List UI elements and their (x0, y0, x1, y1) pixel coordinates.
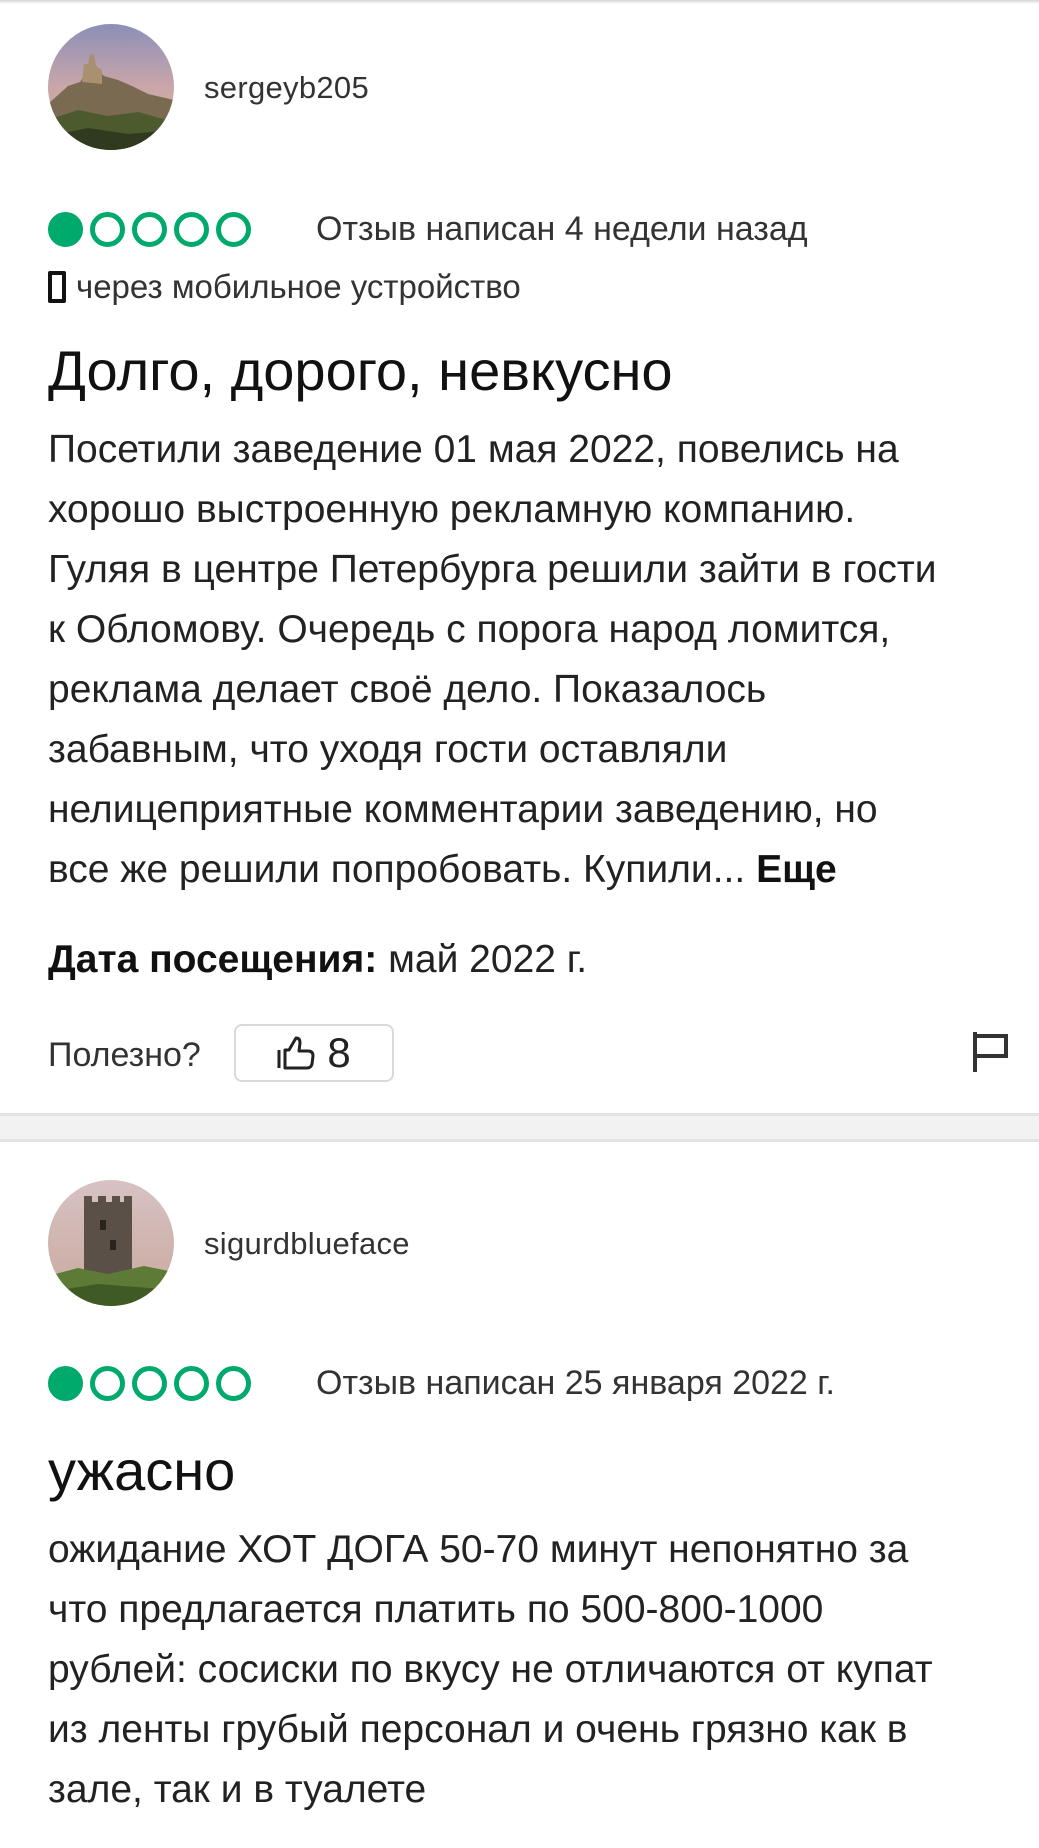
review-divider (0, 1113, 1039, 1142)
reviews-page: sergeyb205 Отзыв написан 4 недели назад … (0, 0, 1039, 1848)
thumbs-up-icon (277, 1036, 315, 1070)
review-body-line: рублей: сосиски по вкусу не отличаются о… (48, 1648, 933, 1691)
rating-bubbles (48, 212, 251, 247)
review-body-line: зале, так и в туалете (48, 1768, 427, 1811)
review-body-line: нелицеприятные комментарии заведению, но (48, 788, 878, 831)
helpful-label: Полезно? (48, 1036, 201, 1074)
username[interactable]: sergeyb205 (204, 70, 369, 106)
rating-bubble-icon (174, 1366, 209, 1401)
review-body-line-last: все же решили попробовать. Купили... Еще (48, 840, 1028, 900)
mobile-phone-icon (48, 271, 66, 303)
avatar-image (48, 1180, 174, 1306)
review-body-line: забавным, что уходя гости оставляли (48, 728, 728, 771)
flag-icon[interactable] (972, 1030, 1010, 1074)
read-more-link[interactable]: Еще (756, 848, 837, 891)
review-body-line: Гуляя в центре Петербурга решили зайти в… (48, 548, 937, 591)
visit-date-value: май 2022 г. (388, 938, 588, 981)
visit-date-label: Дата посещения: (48, 938, 378, 981)
rating-bubble-icon (132, 212, 167, 247)
rating-bubble-icon (90, 1366, 125, 1401)
review-date: Отзыв написан 4 недели назад (316, 210, 808, 248)
review-body-line: ожидание ХОТ ДОГА 50-70 минут непонятно … (48, 1528, 909, 1571)
rating-bubbles (48, 1366, 251, 1401)
review-body-line: к Обломову. Очередь с порога народ ломит… (48, 608, 891, 651)
rating-bubble-icon (132, 1366, 167, 1401)
visit-date: Дата посещения: май 2022 г. (48, 938, 587, 982)
device-label: через мобильное устройство (76, 268, 521, 305)
rating-bubble-icon (90, 212, 125, 247)
review-body-line: реклама делает своё дело. Показалось (48, 668, 767, 711)
review-body-line: из ленты грубый персонал и очень грязно … (48, 1708, 908, 1751)
avatar-image (48, 24, 174, 150)
helpful-vote-button[interactable]: 8 (234, 1024, 394, 1082)
rating-bubble-icon (48, 212, 83, 247)
review-body-line: Посетили заведение 01 мая 2022, повелись… (48, 428, 899, 471)
review-body: ожидание ХОТ ДОГА 50-70 минут непонятно … (48, 1520, 1028, 1820)
review-card: sigurdblueface Отзыв написан 25 января 2… (0, 1142, 1039, 1848)
review-body-line: хорошо выстроенную рекламную компанию. (48, 488, 856, 531)
review-title[interactable]: Долго, дорого, невкусно (48, 338, 673, 403)
avatar[interactable] (48, 1180, 174, 1306)
device-info: через мобильное устройство (48, 268, 521, 306)
review-body-line: все же решили попробовать. Купили... (48, 848, 746, 891)
helpful-count: 8 (327, 1029, 351, 1076)
rating-bubble-icon (216, 1366, 251, 1401)
review-date: Отзыв написан 25 января 2022 г. (316, 1364, 835, 1402)
rating-bubble-icon (48, 1366, 83, 1401)
rating-bubble-icon (216, 212, 251, 247)
review-card: sergeyb205 Отзыв написан 4 недели назад … (0, 0, 1039, 1116)
review-body-line: что предлагается платить по 500-800-1000 (48, 1588, 824, 1631)
rating-bubble-icon (174, 212, 209, 247)
review-body: Посетили заведение 01 мая 2022, повелись… (48, 420, 1028, 900)
avatar[interactable] (48, 24, 174, 150)
review-title[interactable]: ужасно (48, 1438, 235, 1503)
username[interactable]: sigurdblueface (204, 1226, 410, 1262)
